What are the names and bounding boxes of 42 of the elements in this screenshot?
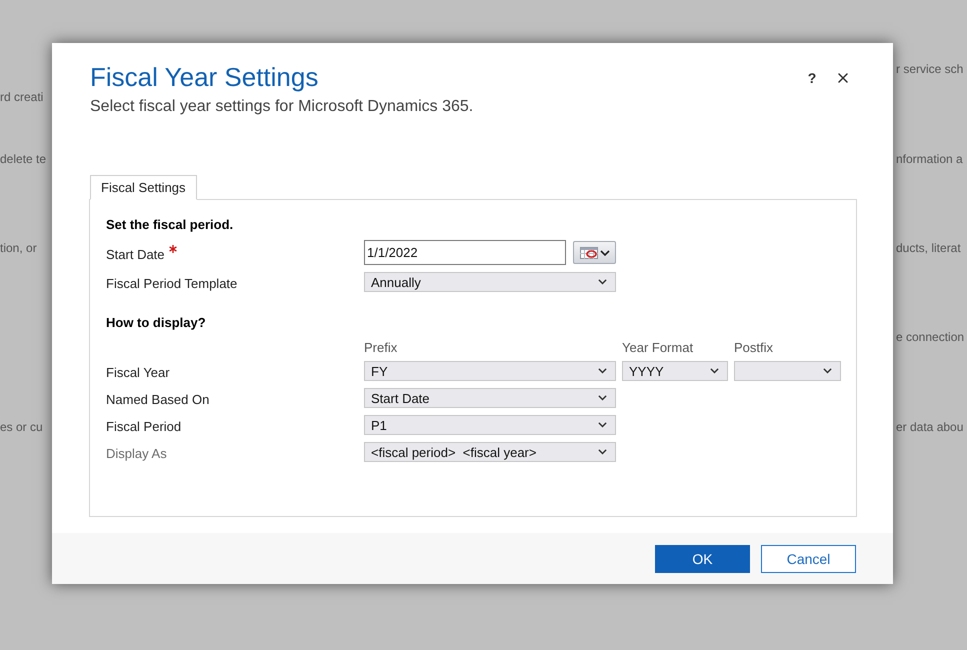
chevron-down-icon — [598, 422, 607, 428]
dialog-title: Fiscal Year Settings — [90, 61, 320, 93]
chevron-down-icon — [710, 368, 719, 374]
background-text: tion, or — [0, 241, 37, 255]
dialog-subtitle: Select fiscal year settings for Microsoft Dynamics 365. — [90, 98, 474, 116]
help-button[interactable]: ? — [802, 68, 822, 88]
section-heading: Set the fiscal period. — [106, 217, 234, 233]
background-text: r service sch — [896, 62, 964, 76]
chevron-down-icon — [598, 449, 607, 455]
calendar-button[interactable] — [573, 241, 616, 264]
column-label: Year Format — [622, 340, 694, 355]
chevron-down-icon — [598, 368, 607, 374]
background-text: nformation a — [896, 152, 963, 166]
chevron-down-icon — [598, 279, 607, 285]
column-label: Postfix — [734, 340, 774, 355]
ok-button[interactable]: OK — [655, 544, 750, 572]
dropdown[interactable]: Start Date — [364, 388, 616, 408]
dropdown[interactable]: FY — [364, 361, 616, 381]
dropdown[interactable]: P1 — [364, 415, 616, 435]
background-text: er data abou — [896, 420, 964, 434]
field-label: Display As — [106, 446, 167, 462]
calendar-icon — [580, 246, 598, 258]
tab[interactable]: Fiscal Settings — [90, 175, 197, 200]
dropdown[interactable]: YYYY — [622, 361, 728, 381]
field-label: Fiscal Period Template — [106, 276, 238, 292]
chevron-down-icon — [598, 395, 607, 401]
background-text: rd creati — [0, 90, 44, 104]
date-input[interactable]: 1/1/2022 — [364, 240, 566, 265]
background-text: ducts, literat — [896, 241, 961, 255]
field-label: Fiscal Year — [106, 365, 170, 381]
field-label: Start Date — [106, 246, 165, 262]
dropdown[interactable]: Annually — [364, 272, 616, 292]
chevron-down-icon — [600, 250, 610, 256]
background-text: es or cu — [0, 420, 43, 434]
background-text: e connection — [896, 330, 964, 344]
cancel-button[interactable]: Cancel — [761, 544, 856, 572]
chevron-down-icon — [823, 368, 832, 374]
field-label: Named Based On — [106, 392, 210, 408]
section-heading: How to display? — [106, 315, 207, 331]
field-label: Fiscal Period — [106, 419, 182, 435]
column-label: Prefix — [364, 340, 398, 355]
background-text: delete te — [0, 152, 46, 166]
